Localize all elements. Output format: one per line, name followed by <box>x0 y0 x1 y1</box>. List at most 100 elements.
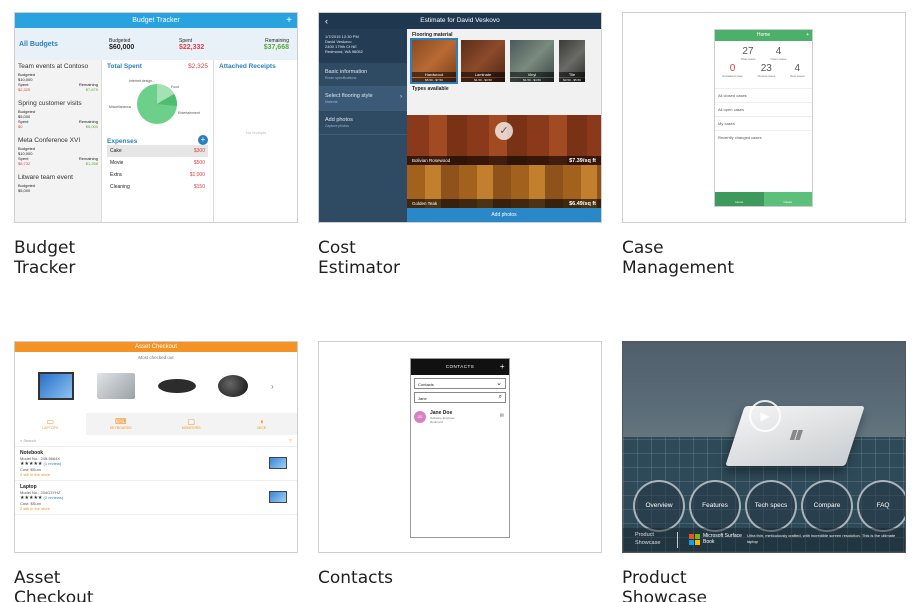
showcase-footer: Product Showcase Microsoft Surface Book … <box>623 528 905 552</box>
tab-keyboards[interactable]: ⌨ KEYBOARDS <box>86 413 157 435</box>
tile-tile[interactable]: Tile $3.50 - $5.50 <box>559 40 585 82</box>
card-caption[interactable]: Cost Estimator <box>318 238 400 278</box>
asset-checkout-thumbnail[interactable]: Asset Checkout Most checked out › ▭ LAPTO… <box>14 341 298 553</box>
expense-value: $150 <box>193 184 205 190</box>
flooring-material-label: Flooring material <box>412 32 453 38</box>
table-row[interactable]: Cleaning $150 <box>107 181 208 193</box>
card-caption[interactable]: Product Showcase <box>622 568 707 602</box>
sidebar-item-basic-info[interactable]: Basic information Room specifications <box>319 63 407 87</box>
add-photos-button[interactable]: Add photos <box>407 208 601 222</box>
wood-option-rosewood[interactable]: ✓ Bolivian Rosewood $7.39/sq ft <box>407 115 601 165</box>
expense-name: Cake <box>110 148 122 154</box>
sidebar-item-flooring[interactable]: Select flooring style Material › <box>319 87 407 111</box>
brand-name: Microsoft Surface Book <box>703 533 742 545</box>
tab-cases[interactable]: Cases <box>763 192 812 206</box>
budget-tracker-thumbnail[interactable]: Budget Tracker + All Budgets Budgeted $60… <box>14 12 298 223</box>
product-showcase-thumbnail[interactable]: ▶ Overview Features Tech specs Compare F… <box>622 341 906 553</box>
list-item[interactable]: Notebook Model No.: 245-5664X ★★★★★ (1 r… <box>15 447 297 481</box>
tech-specs-button[interactable]: Tech specs <box>745 480 797 532</box>
list-item[interactable]: Recently changed cases <box>715 130 812 144</box>
case-management-thumbnail[interactable]: Home + 27 Total cases 4 Open cases 0 Escalat… <box>622 12 906 223</box>
contacts-dropdown[interactable]: Contacts ⌄ <box>414 378 506 389</box>
search-input[interactable]: Jane ⌕ <box>414 392 506 403</box>
contacts-thumbnail[interactable]: CONTACTS + Contacts ⌄ Jane ⌕ JD Jane Doe So… <box>318 341 602 553</box>
expense-name: Movie <box>110 160 124 166</box>
overview-button[interactable]: Overview <box>633 480 685 532</box>
event-spent: $0 <box>18 124 23 129</box>
list-item[interactable]: Meta Conference XVI Budgeted $10,000 Spen… <box>18 137 98 166</box>
customer-info: 1/7/2015 12:30 PM David Veskovo 2400 179… <box>319 29 407 63</box>
features-button[interactable]: Features <box>689 480 741 532</box>
tab-monitors[interactable]: ▢ MONITORS <box>156 413 227 435</box>
tab-label: LAPTOPS <box>42 426 59 430</box>
list-item[interactable]: My cases <box>715 116 812 130</box>
pie-label: Miscellaneous <box>109 105 131 109</box>
product-mouse[interactable] <box>218 375 249 397</box>
info-line: Redmond, WA 98052 <box>325 49 363 54</box>
ce-header: ‹ Estimate for David Veskovo <box>319 13 601 29</box>
table-row[interactable]: Cake $300 <box>107 145 208 157</box>
ct-phone: CONTACTS + Contacts ⌄ Jane ⌕ JD Jane Doe So… <box>410 358 510 538</box>
card-caption[interactable]: Case Management <box>622 238 734 278</box>
event-title: Spring customer visits <box>18 100 82 107</box>
table-row[interactable]: Extra $1,000 <box>107 169 208 181</box>
tile-hardwood[interactable]: Hardwood $5.50 - $7.50 <box>410 38 458 84</box>
search-input[interactable]: ⌕ Search ▽ <box>15 435 297 447</box>
item-reviews[interactable]: (2 reviews) <box>44 495 64 500</box>
keyboard-icon: ⌨ <box>114 417 127 426</box>
stat-escalated: 0 Escalated case <box>722 63 742 78</box>
item-reviews[interactable]: (1 review) <box>44 461 62 466</box>
add-icon[interactable]: + <box>500 359 505 375</box>
tab-laptops[interactable]: ▭ LAPTOPS <box>15 413 86 435</box>
category-tabs: ▭ LAPTOPS ⌨ KEYBOARDS ▢ MONITORS ◖ MICE <box>15 413 297 435</box>
message-icon[interactable]: ✉ <box>500 413 504 419</box>
add-expense-icon[interactable]: + <box>198 134 208 145</box>
list-item[interactable]: Litware team event Budgeted $5,000 <box>18 174 98 193</box>
filter-icon[interactable]: ▽ <box>289 438 292 443</box>
play-icon[interactable]: ▶ <box>749 400 781 432</box>
wood-option-teak[interactable]: Golden Teak $6.49/sq ft <box>407 165 601 208</box>
add-icon: + <box>286 15 292 26</box>
stat-value: 23 <box>760 63 772 74</box>
cost-estimator-thumbnail[interactable]: ‹ Estimate for David Veskovo 1/7/2015 12… <box>318 12 602 223</box>
search-placeholder: Search <box>23 438 37 443</box>
nav-sub: Material <box>325 100 338 104</box>
compare-button[interactable]: Compare <box>801 480 853 532</box>
tab-home[interactable]: Home <box>715 192 764 206</box>
list-item[interactable]: Laptop Model No.: 234G3YHZ ★★★★★ (2 revi… <box>15 481 297 515</box>
list-item[interactable]: All closed cases <box>715 88 812 102</box>
list-item[interactable]: Spring customer visits Budgeted $5,000 Sp… <box>18 100 98 129</box>
faq-button[interactable]: FAQ <box>857 480 905 532</box>
tile-name: Tile <box>559 72 585 77</box>
card-caption[interactable]: Budget Tracker <box>14 238 75 278</box>
stat-total: 27 Total cases <box>740 46 755 61</box>
product-mouse-arc[interactable] <box>157 379 196 393</box>
event-remaining: $5,000 <box>85 124 98 129</box>
tab-mice[interactable]: ◖ MICE <box>227 413 298 435</box>
tile-vinyl[interactable]: Vinyl $1.50 - $4.50 <box>510 40 554 82</box>
tagline: Ultra thin, meticulously crafted, with i… <box>747 533 896 544</box>
product-laptop[interactable] <box>96 373 135 399</box>
card-caption[interactable]: Contacts <box>318 568 393 588</box>
sidebar-item-photos[interactable]: Add photos Capture photos <box>319 111 407 135</box>
table-row[interactable]: Movie $500 <box>107 157 208 169</box>
chevron-right-icon[interactable]: › <box>271 382 274 391</box>
spent-value: $22,332 <box>179 43 205 51</box>
list-item[interactable]: JD Jane Doe Software Engineer Redmond ✉ <box>411 406 509 428</box>
product-tablet[interactable] <box>38 372 75 400</box>
search-value: Jane <box>418 396 427 401</box>
pie-label: Entertainment <box>178 111 200 115</box>
tile-laminate[interactable]: Laminate $1.50 - $3.50 <box>461 40 505 82</box>
wood-name: Bolivian Rosewood <box>412 158 451 163</box>
card-caption[interactable]: Asset Checkout <box>14 568 94 602</box>
budgeted-value: $60,000 <box>109 43 135 51</box>
list-item[interactable]: Team events at Contoso Budgeted $10,000 S… <box>18 63 98 92</box>
wood-name: Golden Teak <box>412 201 438 206</box>
event-spent: $8,732 <box>18 161 31 166</box>
stat-open: 4 Open cases <box>770 46 786 61</box>
stat-value: 27 <box>742 46 754 57</box>
nav-label: Add photos <box>325 117 353 123</box>
list-item[interactable]: All open cases <box>715 102 812 116</box>
stat-label: New cases <box>789 74 805 78</box>
events-list: Team events at Contoso Budgeted $10,000 S… <box>15 60 102 222</box>
